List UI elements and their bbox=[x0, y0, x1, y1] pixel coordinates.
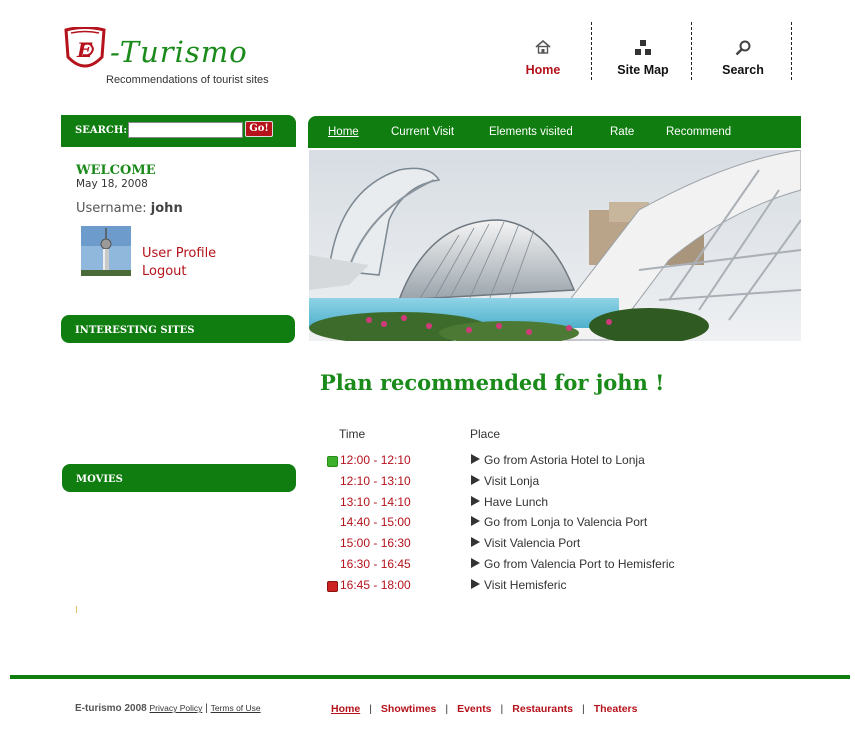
schedule-row: 16:45 - 18:00 Visit Hemisferic bbox=[326, 577, 746, 595]
footer-link-showtimes[interactable]: Showtimes bbox=[381, 703, 436, 715]
footer-separator: | bbox=[500, 703, 504, 715]
interesting-sites-header[interactable]: INTERESTING SITES bbox=[61, 315, 295, 343]
schedule-row: 15:00 - 16:30 Visit Valencia Port bbox=[326, 535, 746, 553]
username-value: john bbox=[150, 201, 183, 216]
welcome-date: May 18, 2008 bbox=[76, 178, 148, 190]
topnav-home[interactable]: Home bbox=[493, 22, 593, 80]
main-navigation: Home Current Visit Elements visited Rate… bbox=[308, 116, 801, 148]
hero-image bbox=[309, 150, 801, 341]
tab-current-visit[interactable]: Current Visit bbox=[391, 126, 454, 138]
schedule-place: Go from Lonja to Valencia Port bbox=[484, 515, 648, 529]
play-arrow-icon bbox=[471, 537, 480, 547]
footer-copyright: E-turismo 2008 bbox=[75, 703, 147, 714]
logout-link[interactable]: Logout bbox=[142, 264, 187, 279]
play-arrow-icon bbox=[471, 558, 480, 568]
schedule-place: Go from Valencia Port to Hemisferic bbox=[484, 557, 675, 571]
topnav-sitemap[interactable]: Site Map bbox=[593, 22, 693, 80]
user-profile-link[interactable]: User Profile bbox=[142, 246, 216, 261]
shield-logo-icon: E bbox=[64, 27, 106, 68]
start-marker-icon bbox=[327, 456, 338, 467]
place-column-header: Place bbox=[470, 427, 501, 441]
house-icon bbox=[535, 40, 551, 54]
schedule-time: 12:00 - 12:10 bbox=[340, 453, 411, 467]
tab-recommend[interactable]: Recommend bbox=[666, 126, 731, 138]
footer-link-home[interactable]: Home bbox=[331, 703, 360, 715]
footer-link-events[interactable]: Events bbox=[457, 703, 491, 715]
divider bbox=[791, 22, 792, 80]
logo[interactable]: E -Turismo Recommendations of tourist si… bbox=[63, 27, 303, 89]
movies-header[interactable]: MOVIES bbox=[62, 464, 296, 492]
username-label: Username: bbox=[76, 201, 147, 216]
schedule-place: Go from Astoria Hotel to Lonja bbox=[484, 453, 645, 467]
schedule-row: 14:40 - 15:00 Go from Lonja to Valencia … bbox=[326, 514, 746, 532]
schedule-time: 14:40 - 15:00 bbox=[340, 515, 411, 529]
schedule-time: 12:10 - 13:10 bbox=[340, 474, 411, 488]
avatar[interactable] bbox=[81, 226, 131, 276]
decorative-mark bbox=[76, 606, 77, 613]
topnav-sitemap-label: Site Map bbox=[617, 63, 669, 77]
schedule-time: 16:45 - 18:00 bbox=[340, 578, 411, 592]
topnav-search[interactable]: Search bbox=[693, 22, 793, 80]
schedule-row: 12:10 - 13:10 Visit Lonja bbox=[326, 473, 746, 491]
tagline: Recommendations of tourist sites bbox=[106, 74, 269, 86]
terms-of-use-link[interactable]: Terms of Use bbox=[211, 703, 261, 713]
search-input[interactable] bbox=[128, 122, 243, 138]
schedule-time: 13:10 - 14:10 bbox=[340, 495, 411, 509]
privacy-policy-link[interactable]: Privacy Policy bbox=[149, 703, 202, 713]
schedule-row: 13:10 - 14:10 Have Lunch bbox=[326, 494, 746, 512]
shield-letter: E bbox=[76, 38, 93, 62]
footer-left: E-turismo 2008 Privacy Policy | Terms of… bbox=[75, 703, 261, 714]
footer-navigation: Home | Showtimes | Events | Restaurants | Theate… bbox=[331, 703, 637, 715]
brand-name: -Turismo bbox=[110, 35, 248, 69]
tab-elements-visited[interactable]: Elements visited bbox=[489, 126, 573, 138]
footer-separator: | bbox=[205, 703, 208, 714]
schedule-place: Visit Lonja bbox=[484, 474, 540, 488]
end-marker-icon bbox=[327, 581, 338, 592]
divider bbox=[591, 22, 592, 80]
interesting-sites-label: INTERESTING SITES bbox=[75, 325, 195, 336]
time-column-header: Time bbox=[339, 427, 366, 441]
schedule-row: 16:30 - 16:45 Go from Valencia Port to H… bbox=[326, 556, 746, 574]
welcome-heading: WELCOME bbox=[76, 163, 156, 178]
tab-rate[interactable]: Rate bbox=[610, 126, 634, 138]
schedule-row: 12:00 - 12:10 Go from Astoria Hotel to L… bbox=[326, 452, 746, 470]
tab-home[interactable]: Home bbox=[328, 126, 359, 138]
topnav-search-label: Search bbox=[722, 63, 764, 77]
username-line: Username: john bbox=[76, 201, 183, 216]
search-label: SEARCH: bbox=[75, 125, 128, 136]
footer-separator: | bbox=[445, 703, 449, 715]
footer-separator: | bbox=[369, 703, 372, 715]
schedule-place: Visit Valencia Port bbox=[484, 536, 581, 550]
schedule-time: 15:00 - 16:30 bbox=[340, 536, 411, 550]
divider bbox=[691, 22, 692, 80]
movies-label: MOVIES bbox=[76, 474, 123, 485]
footer-link-theaters[interactable]: Theaters bbox=[594, 703, 638, 715]
sitemap-icon bbox=[635, 40, 651, 55]
plan-title: Plan recommended for john ! bbox=[320, 370, 665, 395]
schedule-place: Have Lunch bbox=[484, 495, 549, 509]
play-arrow-icon bbox=[471, 454, 480, 464]
play-arrow-icon bbox=[471, 516, 480, 526]
footer-link-restaurants[interactable]: Restaurants bbox=[512, 703, 573, 715]
schedule-place: Visit Hemisferic bbox=[484, 578, 567, 592]
footer-separator: | bbox=[581, 703, 585, 715]
footer-divider bbox=[10, 675, 850, 679]
schedule-time: 16:30 - 16:45 bbox=[340, 557, 411, 571]
search-bar: SEARCH: Go! bbox=[61, 115, 296, 147]
topnav-home-label: Home bbox=[525, 63, 561, 77]
search-go-button[interactable]: Go! bbox=[245, 121, 273, 137]
magnifier-icon bbox=[735, 40, 751, 56]
play-arrow-icon bbox=[471, 579, 480, 589]
play-arrow-icon bbox=[471, 475, 480, 485]
play-arrow-icon bbox=[471, 496, 480, 506]
